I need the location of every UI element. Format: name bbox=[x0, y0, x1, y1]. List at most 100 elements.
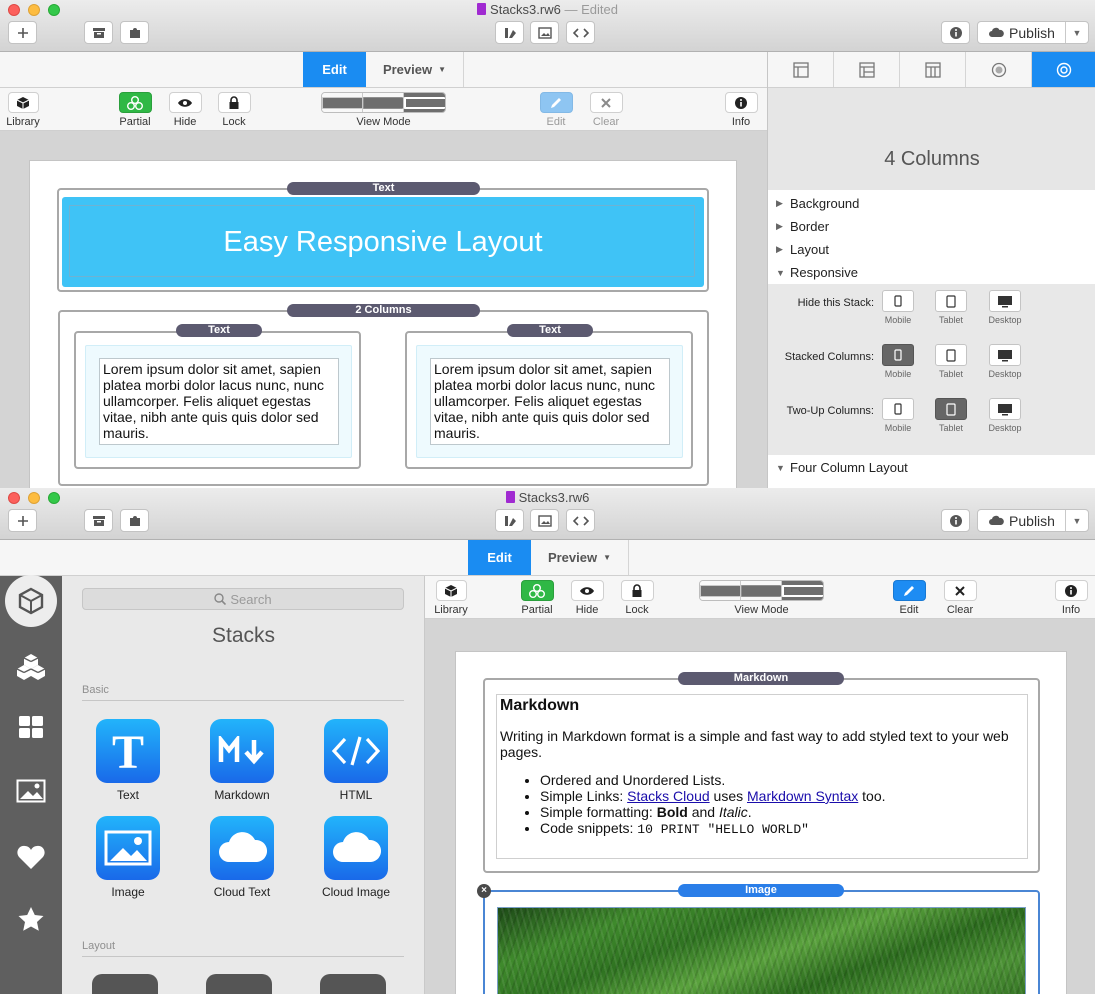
resources-button[interactable] bbox=[84, 509, 113, 532]
lorem-text-2[interactable]: Lorem ipsum dolor sit amet, sapien plate… bbox=[430, 358, 670, 445]
media-button[interactable] bbox=[530, 21, 559, 44]
stack-tile-text[interactable]: T Text bbox=[78, 719, 178, 802]
category-partials[interactable] bbox=[0, 641, 62, 691]
theme-button[interactable] bbox=[495, 21, 524, 44]
stack-label-text[interactable]: Text bbox=[176, 324, 262, 337]
stacks-cloud-link[interactable]: Stacks Cloud bbox=[627, 788, 709, 804]
hide-button[interactable]: Hide bbox=[160, 92, 210, 128]
publish-menu-chevron-icon[interactable]: ▼ bbox=[1066, 28, 1088, 38]
column-2-text-stack[interactable]: Lorem ipsum dolor sit amet, sapien plate… bbox=[405, 331, 693, 469]
layout-tile-partial[interactable] bbox=[320, 974, 386, 994]
view-mode-dark-button[interactable] bbox=[782, 581, 823, 600]
disclosure-background[interactable]: ▶ Background bbox=[768, 192, 1095, 215]
two-columns-stack[interactable]: Lorem ipsum dolor sit amet, sapien plate… bbox=[58, 310, 709, 486]
info-button[interactable]: Info bbox=[716, 92, 766, 128]
publish-button[interactable]: Publish ▼ bbox=[977, 21, 1089, 44]
twoup-tablet-toggle[interactable]: Tablet bbox=[926, 398, 976, 433]
library-search-field[interactable]: Search bbox=[82, 588, 404, 610]
edit-stack-button[interactable]: Edit bbox=[531, 92, 581, 128]
theme-button[interactable] bbox=[495, 509, 524, 532]
remove-stack-icon[interactable]: × bbox=[477, 884, 491, 898]
category-starred[interactable] bbox=[0, 894, 62, 944]
site-info-button[interactable] bbox=[941, 21, 970, 44]
publish-button[interactable]: Publish ▼ bbox=[977, 509, 1089, 532]
partial-button[interactable]: Partial bbox=[512, 580, 562, 616]
add-page-button[interactable] bbox=[8, 509, 37, 532]
column-1-text-stack[interactable]: Lorem ipsum dolor sit amet, sapien plate… bbox=[74, 331, 361, 469]
markdown-syntax-link[interactable]: Markdown Syntax bbox=[747, 788, 858, 804]
view-mode-control[interactable]: View Mode bbox=[321, 92, 446, 128]
tab-stack-inspector[interactable] bbox=[1032, 52, 1095, 87]
edit-stack-button[interactable]: Edit bbox=[884, 580, 934, 616]
clear-button[interactable]: Clear bbox=[935, 580, 985, 616]
lock-button[interactable]: Lock bbox=[209, 92, 259, 128]
lock-button[interactable]: Lock bbox=[612, 580, 662, 616]
tab-header-inspector[interactable] bbox=[834, 52, 900, 87]
view-mode-light-button[interactable] bbox=[700, 581, 741, 600]
view-mode-medium-button[interactable] bbox=[741, 581, 782, 600]
plugins-button[interactable] bbox=[120, 21, 149, 44]
stack-tile-cloud-image[interactable]: Cloud Image bbox=[306, 816, 406, 899]
hide-desktop-toggle[interactable]: Desktop bbox=[980, 290, 1030, 325]
stack-tile-cloud-text[interactable]: Cloud Text bbox=[192, 816, 292, 899]
stack-label-text[interactable]: Text bbox=[507, 324, 593, 337]
stacked-desktop-toggle[interactable]: Desktop bbox=[980, 344, 1030, 379]
tab-meta-inspector[interactable] bbox=[966, 52, 1032, 87]
clear-button[interactable]: Clear bbox=[581, 92, 631, 128]
tab-site-inspector[interactable] bbox=[900, 52, 966, 87]
stacked-tablet-toggle[interactable]: Tablet bbox=[926, 344, 976, 379]
tab-preview[interactable]: Preview ▼ bbox=[366, 52, 464, 87]
tab-preview[interactable]: Preview ▼ bbox=[531, 540, 629, 575]
image-stack[interactable] bbox=[483, 890, 1040, 994]
layout-tile-partial[interactable] bbox=[92, 974, 158, 994]
publish-menu-chevron-icon[interactable]: ▼ bbox=[1066, 516, 1088, 526]
layout-tile-partial[interactable] bbox=[206, 974, 272, 994]
list-item: Simple Links: Stacks Cloud uses Markdown… bbox=[540, 788, 1024, 804]
stack-tile-image[interactable]: Image bbox=[78, 816, 178, 899]
stack-tile-html[interactable]: HTML bbox=[306, 719, 406, 802]
site-info-button[interactable] bbox=[941, 509, 970, 532]
view-mode-light-button[interactable] bbox=[322, 93, 363, 112]
disclosure-four-column-layout[interactable]: ▼ Four Column Layout bbox=[768, 456, 1095, 479]
hide-tablet-toggle[interactable]: Tablet bbox=[926, 290, 976, 325]
stack-label-2-columns[interactable]: 2 Columns bbox=[287, 304, 480, 317]
library-button[interactable]: Library bbox=[426, 580, 476, 616]
code-button[interactable] bbox=[566, 21, 595, 44]
lock-icon bbox=[632, 583, 642, 597]
disclosure-layout[interactable]: ▶ Layout bbox=[768, 238, 1095, 261]
twoup-mobile-toggle[interactable]: Mobile bbox=[873, 398, 923, 433]
stack-label-text[interactable]: Text bbox=[287, 182, 480, 195]
plugins-button[interactable] bbox=[120, 509, 149, 532]
hide-button[interactable]: Hide bbox=[562, 580, 612, 616]
stack-label-markdown[interactable]: Markdown bbox=[678, 672, 844, 685]
category-stacks[interactable] bbox=[0, 575, 62, 627]
category-media[interactable] bbox=[0, 766, 62, 816]
info-button[interactable]: Info bbox=[1046, 580, 1095, 616]
disclosure-border[interactable]: ▶ Border bbox=[768, 215, 1095, 238]
disclosure-responsive[interactable]: ▼ Responsive bbox=[768, 261, 1095, 284]
lorem-text-1[interactable]: Lorem ipsum dolor sit amet, sapien plate… bbox=[99, 358, 339, 445]
library-button[interactable]: Library bbox=[0, 92, 48, 128]
tab-edit[interactable]: Edit bbox=[303, 52, 366, 87]
tab-edit[interactable]: Edit bbox=[468, 540, 531, 575]
stacked-mobile-toggle[interactable]: Mobile bbox=[873, 344, 923, 379]
hide-mobile-toggle[interactable]: Mobile bbox=[873, 290, 923, 325]
markdown-content[interactable]: Markdown Writing in Markdown format is a… bbox=[496, 694, 1028, 859]
category-favorites[interactable] bbox=[0, 832, 62, 882]
add-page-button[interactable] bbox=[8, 21, 37, 44]
twoup-desktop-toggle[interactable]: Desktop bbox=[980, 398, 1030, 433]
resources-button[interactable] bbox=[84, 21, 113, 44]
view-mode-dark-button[interactable] bbox=[404, 93, 445, 112]
partial-button[interactable]: Partial bbox=[110, 92, 160, 128]
text-stack[interactable]: Easy Responsive Layout bbox=[57, 188, 709, 292]
view-mode-control[interactable]: View Mode bbox=[699, 580, 824, 616]
tab-page-inspector[interactable] bbox=[768, 52, 834, 87]
stack-label-image[interactable]: Image bbox=[678, 884, 844, 897]
view-mode-medium-button[interactable] bbox=[363, 93, 404, 112]
media-button[interactable] bbox=[530, 509, 559, 532]
code-button[interactable] bbox=[566, 509, 595, 532]
disclosure-right-icon: ▶ bbox=[776, 244, 783, 254]
category-layout[interactable] bbox=[0, 702, 62, 752]
markdown-stack[interactable]: Markdown Writing in Markdown format is a… bbox=[483, 678, 1040, 873]
stack-tile-markdown[interactable]: Markdown bbox=[192, 719, 292, 802]
